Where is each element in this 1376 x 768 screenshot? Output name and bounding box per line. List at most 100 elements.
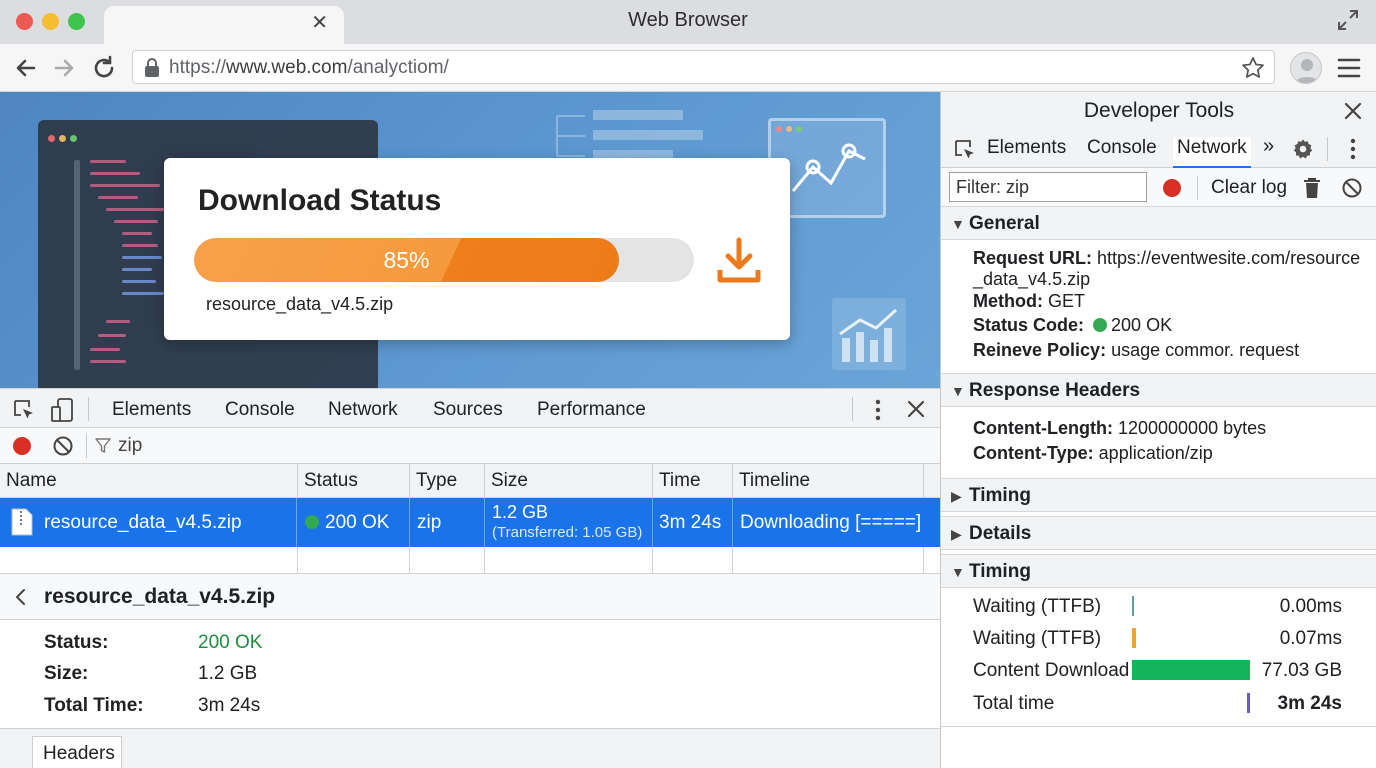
status-code-value: 200 OK [1111,315,1173,335]
timing-section-header[interactable]: ▼ Timing [941,554,1376,588]
content-type-label: Content-Type: [973,443,1094,463]
method-label: Method: [973,291,1043,311]
row-type: zip [417,512,442,533]
column-size[interactable]: Size [491,470,528,492]
tab-sources[interactable]: Sources [433,399,503,421]
column-status[interactable]: Status [304,470,358,492]
more-tabs-icon[interactable]: » [1263,135,1274,158]
request-url-row: Request URL: https://eventwesite.com/res… [973,248,1363,290]
policy-value: usage commor. request [1111,340,1300,360]
device-toolbar-icon[interactable] [50,397,74,423]
profile-avatar[interactable] [1290,52,1322,84]
timing-section-collapsed[interactable]: ▶ Timing [941,478,1376,512]
block-icon[interactable] [1341,177,1363,199]
content-type-row: Content-Type: application/zip [973,443,1213,464]
progress-percent-label: 85% [383,247,430,273]
record-button[interactable] [1163,179,1181,197]
expanded-triangle-icon: ▼ [951,216,965,232]
timing-row-value: 0.07ms [1279,628,1342,649]
right-devtools-tabbar: Elements Console Network » [941,130,1376,168]
network-filterbar: zip [0,428,940,464]
timing-row-value: 0.00ms [1279,596,1342,617]
column-timeline[interactable]: Timeline [739,470,810,492]
details-section-collapsed[interactable]: ▶ Details [941,516,1376,550]
clear-log-button[interactable]: Clear log [1211,177,1287,199]
timing-bar [1247,693,1250,713]
timing-heading: Timing [969,561,1031,582]
response-headers-section-header[interactable]: ▼ Response Headers [941,373,1376,407]
page-viewport: Download Status 85% resource_data_v4.5.z… [0,92,940,388]
fullscreen-icon[interactable] [1336,8,1360,32]
tab-headers[interactable]: Headers [32,736,122,768]
tab-elements[interactable]: Elements [987,137,1066,159]
timing-row-label: Total time [973,693,1055,714]
trash-icon[interactable] [1303,177,1321,199]
policy-label: Reineve Policy: [973,340,1107,360]
tab-network[interactable]: Network [1173,137,1251,168]
tab-network[interactable]: Network [312,399,414,431]
url-text[interactable]: https://www.web.com/analyctiom/ [169,57,449,79]
back-icon[interactable] [12,54,40,82]
status-value: 200 OK [198,632,263,653]
hamburger-menu-icon[interactable] [1336,56,1362,80]
content-length-value: 1200000000 bytes [1117,418,1267,438]
close-panel-icon[interactable] [1342,100,1364,122]
window-title: Web Browser [628,9,748,31]
status-label: Status: [44,632,109,653]
download-progress-bar: 85% [194,238,694,282]
column-name[interactable]: Name [6,470,57,492]
row-size: 1.2 GB [492,502,549,522]
response-headers-heading: Response Headers [969,380,1141,401]
right-devtools-panel: Developer Tools Elements Console Network… [940,92,1376,768]
tab-elements[interactable]: Elements [112,399,191,421]
timing-bar [1132,596,1134,616]
timing-row-label: Content Download [973,660,1130,681]
url-host: www.web.com [226,57,348,78]
status-code-label: Status Code: [973,315,1085,335]
tab-console[interactable]: Console [1087,137,1157,159]
expanded-triangle-icon: ▼ [951,383,965,399]
row-transferred: (Transferred: 1.05 GB) [492,524,643,541]
row-name: resource_data_v4.5.zip [44,512,242,533]
clear-icon[interactable] [52,435,74,457]
timing-bar [1132,628,1136,648]
url-scheme: https:// [169,57,227,78]
bar-chart-illustration [832,298,906,370]
filter-icon[interactable] [94,437,112,455]
bookmark-star-icon[interactable] [1240,55,1266,81]
general-section-header[interactable]: ▼ General [941,206,1376,240]
chevron-left-icon[interactable] [14,588,28,606]
inspect-element-icon[interactable] [953,138,977,162]
more-options-icon[interactable] [1343,138,1363,160]
filter-input[interactable]: Filter: zip [949,172,1147,202]
record-button[interactable] [13,437,31,455]
bottom-devtools-tabbar: Elements Console Network Sources Perform… [0,388,940,431]
column-time[interactable]: Time [659,470,701,492]
request-detail-header: resource_data_v4.5.zip [0,574,940,620]
right-filterbar: Filter: zip Clear log [941,168,1376,208]
close-devtools-icon[interactable] [906,399,926,419]
tab-console[interactable]: Console [225,399,295,421]
general-heading: General [969,213,1040,234]
details-heading: Details [969,523,1032,544]
settings-gear-icon[interactable] [1292,138,1314,160]
table-row[interactable]: resource_data_v4.5.zip 200 OK zip 1.2 GB… [0,498,940,547]
row-time: 3m 24s [659,512,722,533]
network-filter-input[interactable]: zip [118,435,142,457]
column-type[interactable]: Type [416,470,457,492]
status-code-row: Status Code: 200 OK [973,315,1172,336]
timing-row-label: Waiting (TTFB) [973,628,1102,649]
row-status-text: 200 OK [325,512,390,533]
size-value: 1.2 GB [198,663,258,684]
tab-performance[interactable]: Performance [537,399,646,421]
reload-icon[interactable] [90,54,118,82]
forward-icon[interactable] [50,54,78,82]
download-status-card: Download Status 85% resource_data_v4.5.z… [164,158,790,340]
total-time-label: Total Time: [44,695,144,716]
download-icon[interactable] [714,236,764,286]
window-titlebar: ✕ Web Browser [0,0,1376,44]
inspect-element-icon[interactable] [12,398,36,422]
row-status: 200 OK [305,512,389,534]
more-options-icon[interactable] [868,399,888,421]
address-bar[interactable]: https://www.web.com/analyctiom/ [132,50,1275,84]
